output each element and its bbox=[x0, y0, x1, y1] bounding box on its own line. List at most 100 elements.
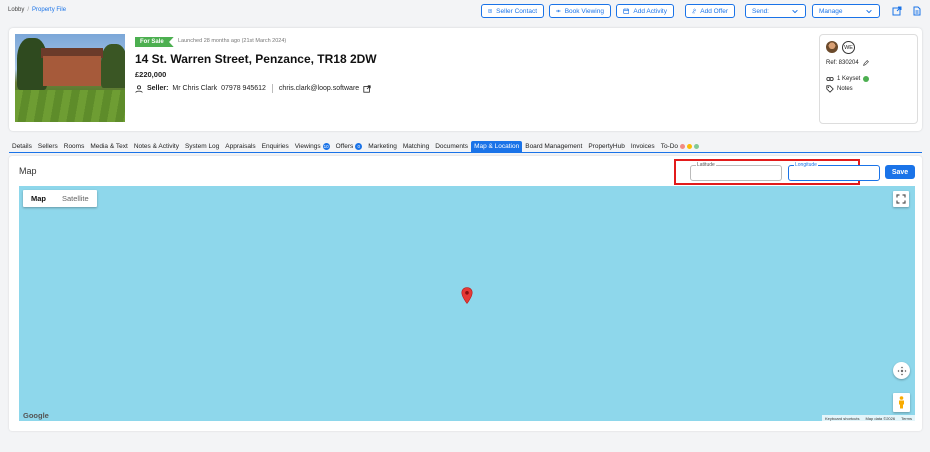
tab-appraisals[interactable]: Appraisals bbox=[222, 141, 258, 152]
open-external-button[interactable] bbox=[890, 4, 904, 18]
keyset-row[interactable]: 1 Keyset bbox=[826, 75, 870, 83]
add-activity-label: Add Activity bbox=[633, 7, 667, 15]
pegman-icon bbox=[899, 396, 904, 409]
map-type-map-button[interactable]: Map bbox=[23, 190, 54, 207]
tab-offers[interactable]: Offers 0 bbox=[333, 141, 366, 152]
tag-icon bbox=[826, 85, 834, 93]
seller-name[interactable]: Mr Chris Clark bbox=[172, 85, 217, 92]
tab-media-text[interactable]: Media & Text bbox=[87, 141, 130, 152]
reference-number: Ref: 830204 bbox=[826, 60, 859, 66]
tab-viewings[interactable]: Viewings 10 bbox=[292, 141, 333, 152]
longitude-input[interactable] bbox=[789, 166, 879, 180]
property-tabs: Details Sellers Rooms Media & Text Notes… bbox=[9, 141, 922, 153]
keyboard-shortcuts-link[interactable]: Keyboard shortcuts bbox=[825, 416, 859, 421]
todo-status-dot bbox=[694, 144, 700, 149]
seller-contact-label: Seller Contact bbox=[496, 7, 537, 15]
latitude-field[interactable]: Latitude bbox=[690, 162, 782, 181]
location-pin-icon[interactable] bbox=[461, 287, 473, 304]
street-view-button[interactable] bbox=[893, 393, 910, 412]
fullscreen-button[interactable] bbox=[893, 191, 909, 207]
book-viewing-button[interactable]: Book Viewing bbox=[549, 4, 611, 18]
tab-notes-activity[interactable]: Notes & Activity bbox=[131, 141, 182, 152]
map-type-satellite-button[interactable]: Satellite bbox=[54, 190, 97, 207]
pencil-icon[interactable] bbox=[862, 60, 869, 66]
property-photo[interactable] bbox=[15, 34, 125, 122]
tab-documents[interactable]: Documents bbox=[432, 141, 471, 152]
property-price: £220,000 bbox=[135, 70, 167, 79]
move-arrows-icon bbox=[897, 366, 906, 375]
hammer-icon bbox=[692, 8, 697, 14]
add-activity-button[interactable]: Add Activity bbox=[616, 4, 674, 18]
add-offer-label: Add Offer bbox=[700, 7, 728, 15]
negotiator-initials[interactable]: WE bbox=[842, 41, 855, 54]
latitude-label: Latitude bbox=[696, 162, 716, 168]
tab-details[interactable]: Details bbox=[9, 141, 35, 152]
panel-title: Map bbox=[19, 166, 37, 176]
add-offer-button[interactable]: Add Offer bbox=[685, 4, 735, 18]
tab-rooms[interactable]: Rooms bbox=[61, 141, 88, 152]
external-link-icon[interactable] bbox=[363, 84, 371, 93]
latitude-input[interactable] bbox=[691, 166, 781, 180]
tab-invoices[interactable]: Invoices bbox=[628, 141, 658, 152]
tab-to-do[interactable]: To-Do bbox=[658, 141, 702, 152]
save-button[interactable]: Save bbox=[885, 165, 915, 179]
tab-marketing[interactable]: Marketing bbox=[365, 141, 400, 152]
map-data-text: Map data ©2026 bbox=[865, 415, 896, 421]
notes-row[interactable]: Notes bbox=[826, 85, 853, 93]
tab-sellers[interactable]: Sellers bbox=[35, 141, 61, 152]
send-dropdown[interactable]: Send: bbox=[745, 4, 806, 18]
avatar[interactable] bbox=[826, 41, 838, 53]
tab-map-location[interactable]: Map & Location bbox=[471, 141, 523, 152]
notes-label: Notes bbox=[837, 86, 853, 92]
longitude-label: Longitude bbox=[794, 162, 818, 168]
breadcrumb-separator: / bbox=[27, 7, 30, 13]
manage-dropdown[interactable]: Manage bbox=[812, 4, 880, 18]
terms-link[interactable]: Terms bbox=[901, 416, 912, 421]
seller-email[interactable]: chris.clark@loop.software bbox=[279, 85, 359, 92]
seller-label: Seller: bbox=[147, 85, 169, 92]
document-button[interactable] bbox=[910, 4, 924, 18]
longitude-field[interactable]: Longitude bbox=[788, 162, 880, 181]
seller-contact-button[interactable]: Seller Contact bbox=[481, 4, 544, 18]
breadcrumb-property-file[interactable]: Property File bbox=[32, 7, 66, 13]
book-viewing-label: Book Viewing bbox=[564, 7, 604, 15]
eye-icon bbox=[556, 9, 561, 13]
divider bbox=[271, 84, 273, 93]
offers-count-badge: 0 bbox=[355, 143, 363, 150]
send-label: Send: bbox=[752, 7, 769, 15]
tab-enquiries[interactable]: Enquiries bbox=[259, 141, 292, 152]
google-logo: Google bbox=[23, 411, 49, 420]
external-link-icon bbox=[892, 6, 902, 16]
map-attribution: Keyboard shortcuts Map data ©2026 Terms bbox=[822, 415, 915, 421]
keyset-status-dot bbox=[863, 76, 870, 82]
key-icon bbox=[826, 77, 834, 81]
seller-info: Seller: Mr Chris Clark 07978 945612 chri… bbox=[135, 84, 371, 93]
tab-system-log[interactable]: System Log bbox=[182, 141, 222, 152]
map-type-control: Map Satellite bbox=[23, 190, 97, 207]
seller-phone[interactable]: 07978 945612 bbox=[221, 85, 266, 92]
todo-status-dot bbox=[687, 144, 693, 149]
property-address: 14 St. Warren Street, Penzance, TR18 2DW bbox=[135, 52, 377, 66]
breadcrumb-lobby[interactable]: Lobby bbox=[8, 7, 24, 13]
launched-date: Launched 28 months ago (21st March 2024) bbox=[178, 38, 287, 44]
property-header-card: For Sale Launched 28 months ago (21st Ma… bbox=[9, 28, 922, 131]
calendar-icon bbox=[623, 8, 630, 14]
status-badge: For Sale bbox=[135, 37, 174, 47]
camera-control-button[interactable] bbox=[893, 362, 910, 379]
tab-propertyhub[interactable]: PropertyHub bbox=[585, 141, 628, 152]
todo-status-dot bbox=[680, 144, 686, 149]
tab-board-management[interactable]: Board Management bbox=[522, 141, 585, 152]
chevron-down-icon bbox=[792, 9, 798, 14]
contact-card-icon bbox=[488, 9, 492, 13]
property-summary-card: WE Ref: 830204 1 Keyset Notes bbox=[819, 34, 918, 124]
map-view[interactable]: Map Satellite Google Keyboard shortcuts … bbox=[19, 186, 915, 421]
map-location-panel: Map Latitude Longitude Save Map Satellit… bbox=[9, 156, 922, 431]
person-icon bbox=[135, 84, 143, 93]
viewings-count-badge: 10 bbox=[322, 143, 330, 150]
manage-label: Manage bbox=[819, 7, 843, 15]
fullscreen-icon bbox=[896, 194, 906, 204]
chevron-down-icon bbox=[866, 9, 872, 14]
breadcrumb: Lobby / Property File bbox=[8, 7, 66, 13]
top-bar: Lobby / Property File Seller Contact Book … bbox=[0, 0, 930, 24]
tab-matching[interactable]: Matching bbox=[400, 141, 432, 152]
